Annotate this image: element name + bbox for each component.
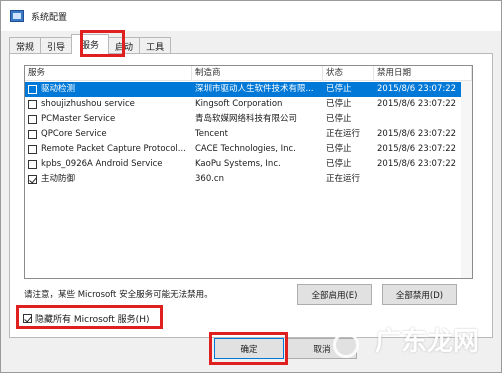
system-config-icon [10, 10, 24, 22]
service-manufacturer: Kingsoft Corporation [195, 99, 283, 109]
service-name: 驱动检测 [41, 84, 76, 94]
row-checkbox[interactable] [28, 85, 37, 94]
security-notice: 请注意，某些 Microsoft 安全服务可能无法禁用。 [24, 290, 213, 300]
service-manufacturer: Tencent [195, 129, 228, 139]
service-name: QPCore Service [41, 129, 107, 139]
watermark-logo-icon [333, 332, 359, 358]
watermark-text: 广东龙网 [374, 327, 479, 357]
ok-highlight-box [209, 332, 288, 365]
table-row[interactable]: 驱动检测 深圳市驱动人生软件技术有限... 已停止 2015/8/6 23:07… [25, 82, 461, 97]
table-row[interactable]: PCMaster Service 青岛软媒网络科技有限公司 已停止 [25, 112, 461, 127]
service-manufacturer: 深圳市驱动人生软件技术有限... [195, 84, 314, 94]
service-disabled-date: 2015/8/6 23:07:22 [377, 99, 457, 109]
table-row[interactable]: kpbs_0926A Android Service KaoPu Systems… [25, 157, 461, 172]
service-name: kpbs_0926A Android Service [41, 159, 163, 169]
service-manufacturer: 360.cn [195, 174, 224, 184]
services-tab-highlight-box [80, 30, 125, 57]
window-title: 系统配置 [31, 12, 68, 23]
service-status: 正在运行 [326, 174, 361, 184]
table-row[interactable]: shoujizhushou service Kingsoft Corporati… [25, 97, 461, 112]
service-status: 已停止 [326, 159, 352, 169]
system-config-window: 系统配置 常规 引导 服务 启动 工具 服务 制造商 状态 禁用日期 驱动检测 … [0, 0, 502, 373]
services-list[interactable]: 服务 制造商 状态 禁用日期 驱动检测 深圳市驱动人生软件技术有限... 已停止… [24, 65, 473, 279]
row-checkbox[interactable] [28, 160, 37, 169]
row-checkbox[interactable] [28, 145, 37, 154]
service-status: 已停止 [326, 114, 352, 124]
service-name: 主动防御 [41, 174, 76, 184]
service-manufacturer: KaoPu Systems, Inc. [195, 159, 281, 169]
service-disabled-date: 2015/8/6 23:07:22 [377, 159, 457, 169]
column-header-service[interactable]: 服务 [25, 66, 192, 81]
service-status: 已停止 [326, 99, 352, 109]
list-header: 服务 制造商 状态 禁用日期 [25, 66, 472, 81]
tab-general[interactable]: 常规 [9, 37, 42, 54]
row-checkbox[interactable] [28, 175, 37, 184]
service-disabled-date [374, 112, 464, 127]
tab-tools[interactable]: 工具 [139, 37, 172, 54]
service-manufacturer: 青岛软媒网络科技有限公司 [195, 114, 298, 124]
table-row[interactable]: Remote Packet Capture Protocol... CACE T… [25, 142, 461, 157]
service-name: shoujizhushou service [41, 99, 135, 109]
service-disabled-date: 2015/8/6 23:07:22 [377, 129, 457, 139]
service-disabled-date: 2015/8/6 23:07:22 [377, 144, 457, 154]
column-header-status[interactable]: 状态 [323, 66, 374, 81]
row-checkbox[interactable] [28, 100, 37, 109]
enable-all-button[interactable]: 全部启用(E) [297, 284, 372, 305]
table-row[interactable]: QPCore Service Tencent 正在运行 2015/8/6 23:… [25, 127, 461, 142]
table-row[interactable]: 主动防御 360.cn 正在运行 [25, 172, 461, 187]
service-disabled-date: 2015/8/6 23:07:22 [377, 84, 457, 94]
tab-boot[interactable]: 引导 [40, 37, 73, 54]
disable-all-button[interactable]: 全部禁用(D) [382, 284, 457, 305]
service-status: 已停止 [326, 84, 352, 94]
service-manufacturer: CACE Technologies, Inc. [195, 144, 296, 154]
service-disabled-date [374, 172, 464, 187]
service-name: Remote Packet Capture Protocol... [41, 144, 186, 154]
column-header-manufacturer[interactable]: 制造商 [192, 66, 323, 81]
column-header-disabled-date[interactable]: 禁用日期 [374, 66, 472, 81]
row-checkbox[interactable] [28, 130, 37, 139]
service-status: 已停止 [326, 144, 352, 154]
list-scrollbar[interactable] [461, 81, 472, 278]
hide-ms-highlight-box [16, 305, 163, 329]
service-name: PCMaster Service [41, 114, 116, 124]
title-bar[interactable]: 系统配置 [1, 1, 501, 31]
service-status: 正在运行 [326, 129, 361, 139]
row-checkbox[interactable] [28, 115, 37, 124]
